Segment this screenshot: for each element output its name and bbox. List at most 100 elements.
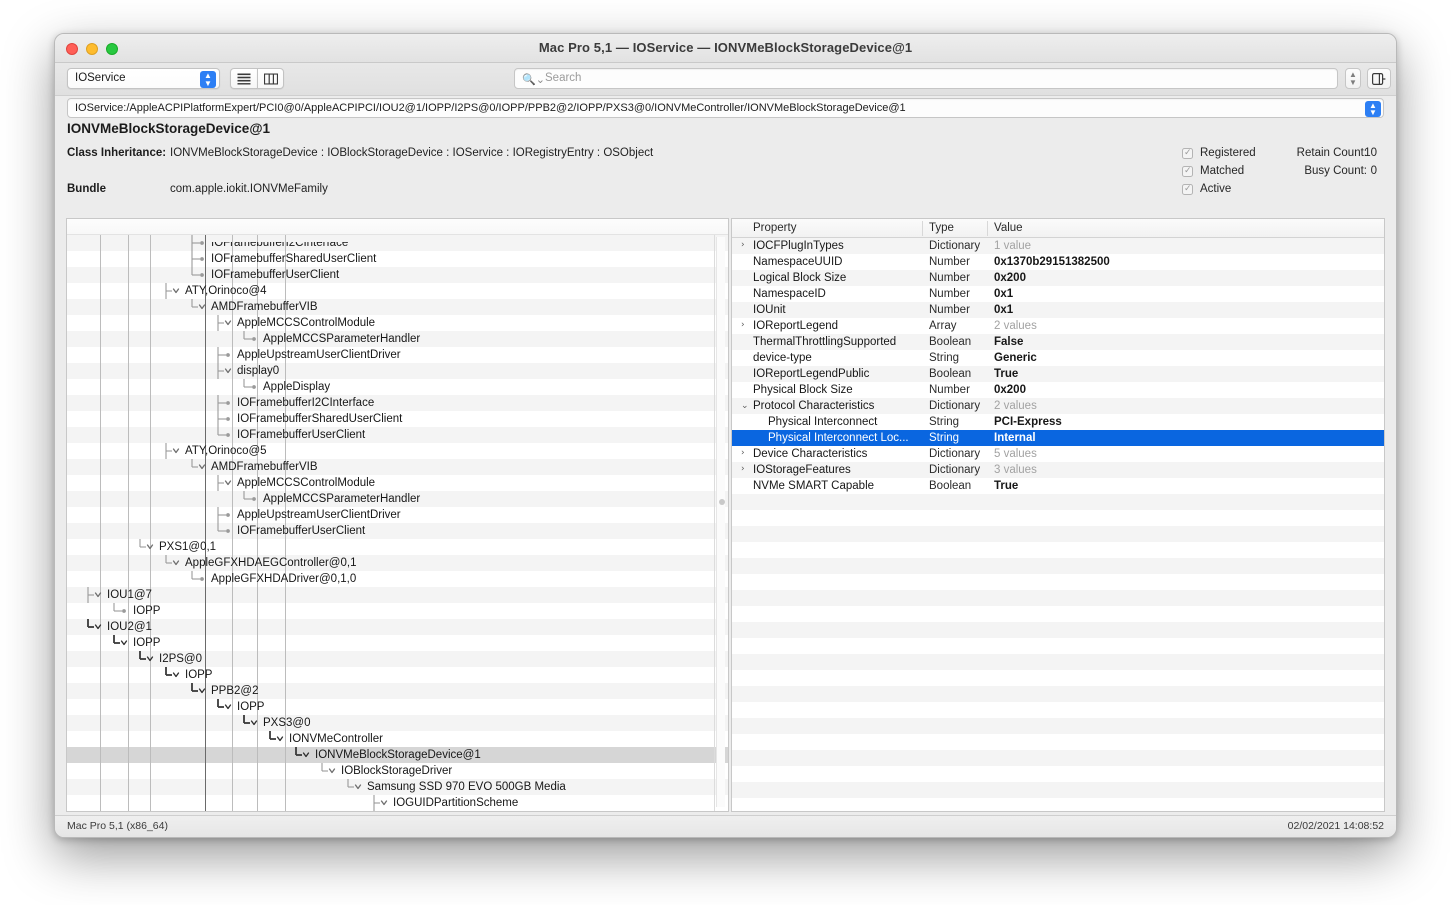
property-row[interactable]: › IOReportLegend Array 2 values	[732, 318, 1384, 334]
tree-row[interactable]: IOPP	[67, 603, 728, 619]
disclosure-chevron-icon[interactable]	[373, 795, 388, 811]
disclosure-chevron-icon[interactable]	[321, 763, 336, 779]
registry-tree-pane[interactable]: IOFramebufferI2CInterface IOFramebufferSh…	[66, 218, 729, 812]
tree-row[interactable]: IOBlockStorageDriver	[67, 763, 728, 779]
property-row[interactable]: IOUnit Number 0x1	[732, 302, 1384, 318]
disclosure-chevron-icon[interactable]	[217, 475, 232, 491]
property-row[interactable]: ThermalThrottlingSupported Boolean False	[732, 334, 1384, 350]
disclosure-chevron-icon[interactable]	[139, 539, 154, 555]
tree-row[interactable]: IONVMeBlockStorageDevice@1	[67, 747, 728, 763]
tree-row[interactable]: ATY,Orinoco@5	[67, 443, 728, 459]
tree-row[interactable]: I2PS@0	[67, 651, 728, 667]
tree-row[interactable]: AppleMCCSParameterHandler	[67, 491, 728, 507]
tree-row[interactable]: IOPP	[67, 667, 728, 683]
flag-checkbox-registered[interactable]: ✓	[1182, 147, 1193, 159]
disclosure-chevron-icon[interactable]	[191, 299, 206, 315]
tree-row[interactable]: IONVMeController	[67, 731, 728, 747]
property-row[interactable]: NamespaceUUID Number 0x1370b29151382500	[732, 254, 1384, 270]
tree-row[interactable]: IOFramebufferUserClient	[67, 523, 728, 539]
tree-row[interactable]: PXS3@0	[67, 715, 728, 731]
tree-row[interactable]: AppleMCCSParameterHandler	[67, 331, 728, 347]
tree-scrollbar-thumb[interactable]	[718, 499, 725, 505]
disclosure-chevron-icon[interactable]	[165, 555, 180, 571]
path-input[interactable]: IOService:/AppleACPIPlatformExpert/PCI0@…	[67, 98, 1384, 118]
tree-row[interactable]: IOPP	[67, 699, 728, 715]
tree-row[interactable]: AMDFramebufferVIB	[67, 459, 728, 475]
chevron-right-icon[interactable]: ›	[741, 448, 745, 458]
tree-row[interactable]: IOFramebufferI2CInterface	[67, 395, 728, 411]
disclosure-chevron-icon[interactable]	[165, 283, 180, 299]
column-header-value[interactable]: Value	[994, 222, 1023, 234]
disclosure-chevron-icon[interactable]	[217, 315, 232, 331]
disclosure-chevron-icon[interactable]	[87, 587, 102, 603]
property-table-pane[interactable]: Property Type Value › IOCFPlugInTypes Dict…	[731, 218, 1385, 812]
chevron-right-icon[interactable]: ›	[741, 320, 745, 330]
tree-scrollbar[interactable]	[716, 237, 725, 807]
tree-row[interactable]: PXS1@0,1	[67, 539, 728, 555]
property-row[interactable]: Physical Block Size Number 0x200	[732, 382, 1384, 398]
tree-row[interactable]: AppleDisplay	[67, 379, 728, 395]
chevron-right-icon[interactable]: ›	[741, 464, 745, 474]
property-row[interactable]: Physical Interconnect String PCI-Express	[732, 414, 1384, 430]
disclosure-chevron-icon[interactable]	[347, 779, 362, 795]
tree-row[interactable]: AppleGFXHDAEGController@0,1	[67, 555, 728, 571]
tree-row[interactable]: IOPP	[67, 635, 728, 651]
column-header-property[interactable]: Property	[753, 222, 796, 234]
tree-row[interactable]: AppleMCCSControlModule	[67, 475, 728, 491]
column-view-button[interactable]	[257, 68, 284, 89]
property-row[interactable]: ⌄ Protocol Characteristics Dictionary 2 val…	[732, 398, 1384, 414]
chevron-updown-icon[interactable]: ▲ ▼	[200, 71, 216, 88]
tree-row[interactable]: display0	[67, 363, 728, 379]
column-divider-2[interactable]	[987, 221, 988, 236]
disclosure-chevron-icon[interactable]	[191, 459, 206, 475]
column-divider-1[interactable]	[922, 221, 923, 236]
tree-row[interactable]: AMDFramebufferVIB	[67, 299, 728, 315]
chevron-right-icon[interactable]: ›	[741, 240, 745, 250]
disclosure-chevron-icon[interactable]	[217, 699, 232, 715]
tree-row[interactable]: AppleMCCSControlModule	[67, 315, 728, 331]
disclosure-chevron-icon[interactable]	[191, 683, 206, 699]
tree-row[interactable]: IOU1@7	[67, 587, 728, 603]
disclosure-chevron-icon[interactable]	[165, 443, 180, 459]
tree-row[interactable]: AppleUpstreamUserClientDriver	[67, 507, 728, 523]
disclosure-chevron-icon[interactable]	[165, 667, 180, 683]
column-header-type[interactable]: Type	[929, 222, 954, 234]
property-row[interactable]: device-type String Generic	[732, 350, 1384, 366]
property-row[interactable]: › Device Characteristics Dictionary 5 value…	[732, 446, 1384, 462]
tree-row[interactable]: AppleGFXHDADriver@0,1,0	[67, 571, 728, 587]
disclosure-chevron-icon[interactable]	[87, 619, 102, 635]
tree-row[interactable]: ATY,Orinoco@4	[67, 283, 728, 299]
search-input[interactable]: 🔍⌄ Search	[514, 68, 1338, 89]
property-row[interactable]: › IOCFPlugInTypes Dictionary 1 value	[732, 238, 1384, 254]
disclosure-chevron-icon[interactable]	[113, 635, 128, 651]
disclosure-chevron-icon[interactable]	[243, 715, 258, 731]
property-row[interactable]: Logical Block Size Number 0x200	[732, 270, 1384, 286]
disclosure-chevron-icon[interactable]	[217, 363, 232, 379]
flag-checkbox-active[interactable]: ✓	[1182, 183, 1193, 195]
tree-row[interactable]: PPB2@2	[67, 683, 728, 699]
tree-row[interactable]: IOFramebufferUserClient	[67, 427, 728, 443]
tree-row[interactable]: AppleUpstreamUserClientDriver	[67, 347, 728, 363]
property-row[interactable]: IOReportLegendPublic Boolean True	[732, 366, 1384, 382]
tree-row[interactable]: IOFramebufferI2CInterface	[67, 235, 728, 251]
flag-checkbox-matched[interactable]: ✓	[1182, 165, 1193, 177]
path-chevron-updown-icon[interactable]: ▲ ▼	[1365, 100, 1381, 117]
property-row[interactable]: NamespaceID Number 0x1	[732, 286, 1384, 302]
property-row[interactable]: NVMe SMART Capable Boolean True	[732, 478, 1384, 494]
tree-row[interactable]: IOU2@1	[67, 619, 728, 635]
disclosure-chevron-icon[interactable]	[295, 747, 310, 763]
tree-row[interactable]: IOFramebufferUserClient	[67, 267, 728, 283]
property-row[interactable]: › IOStorageFeatures Dictionary 3 values	[732, 462, 1384, 478]
tree-row[interactable]: Samsung SSD 970 EVO 500GB Media	[67, 779, 728, 795]
tree-row[interactable]: IOFramebufferSharedUserClient	[67, 411, 728, 427]
plane-popup-button[interactable]: IOService ▲ ▼	[67, 68, 220, 89]
toolbar-stepper[interactable]: ▲ ▼	[1345, 68, 1361, 89]
disclosure-chevron-icon[interactable]	[269, 731, 284, 747]
disclosure-chevron-icon[interactable]	[139, 651, 154, 667]
tree-row[interactable]: IOGUIDPartitionScheme	[67, 795, 728, 811]
chevron-down-icon[interactable]: ⌄	[741, 401, 749, 411]
panel-toggle-button[interactable]	[1367, 68, 1391, 89]
property-row[interactable]: Physical Interconnect Loc... String Intern…	[732, 430, 1384, 446]
tree-row[interactable]: IOFramebufferSharedUserClient	[67, 251, 728, 267]
list-view-button[interactable]	[230, 68, 257, 89]
